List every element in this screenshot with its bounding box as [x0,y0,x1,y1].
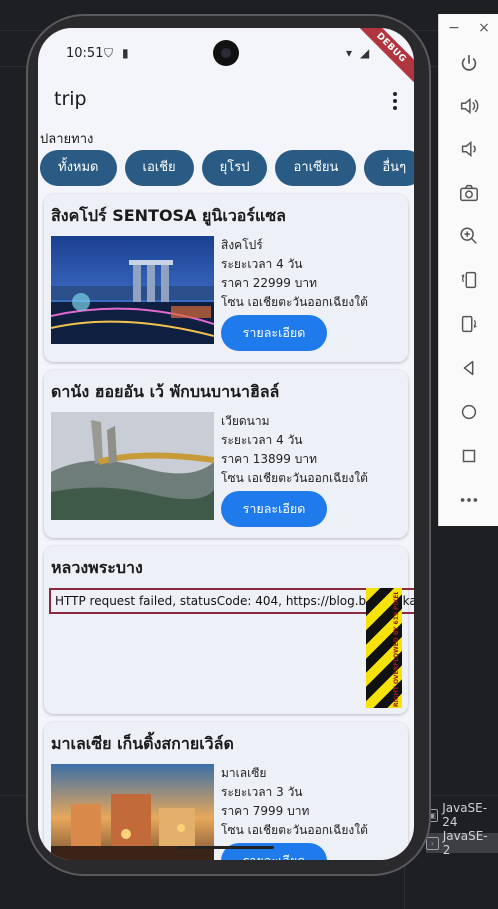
overview-button[interactable] [457,444,481,468]
trip-card[interactable]: มาเลเซีย เก็นติ้งสกายเวิล์ด มาเลเซีย ระย… [44,722,408,860]
camera-icon [460,184,478,202]
chip-other[interactable]: อื่นๆ [364,150,414,186]
trip-image [51,236,214,344]
app-title: trip [54,88,87,110]
back-triangle-icon [463,360,474,376]
rotate-right-icon [461,315,477,333]
destination-chips: ทั้งหมด เอเชีย ยุโรป อาเซียน อื่นๆ [40,150,414,186]
trip-title: สิงคโปร์ SENTOSA ยูนิเวอร์แซล [51,206,286,225]
trip-info: สิงคโปร์ ระยะเวลา 4 วัน ราคา 22999 บาท โ… [221,236,368,312]
overflow-warning-text: RIGHT OVERFLOWED BY 619 PIXELS [393,592,400,707]
volume-down-button[interactable] [457,137,481,161]
home-circle-icon [461,404,477,420]
trip-card[interactable]: ดานัง ฮอยอัน เว้ พักบนบานาฮิลล์ เวียดนาม… [44,370,408,538]
rotate-left-icon [461,271,477,289]
trip-price: ราคา 22999 บาท [221,276,318,290]
status-time: 10:51 [66,46,104,61]
trip-image [51,412,214,520]
trip-title: ดานัง ฮอยอัน เว้ พักบนบานาฮิลล์ [51,382,280,401]
more-button[interactable] [457,488,481,512]
trip-duration: ระยะเวลา 4 วัน [221,433,303,447]
zoom-button[interactable] [457,224,481,248]
detail-button[interactable]: รายละเอียด [221,491,327,527]
sd-card-icon: ▮ [122,46,129,60]
image-error-message: HTTP request failed, statusCode: 404, ht… [49,588,414,614]
trip-card[interactable]: สิงคโปร์ SENTOSA ยูนิเวอร์แซล สิงคโปร์ ร… [44,194,408,362]
trip-info: มาเลเซีย ระยะเวลา 3 วัน ราคา 7999 บาท โซ… [221,764,368,840]
trip-price: ราคา 7999 บาท [221,804,310,818]
more-vert-icon[interactable] [392,92,398,110]
home-button[interactable] [457,400,481,424]
trip-card[interactable]: หลวงพระบาง HTTP request failed, statusCo… [44,546,414,714]
chip-all[interactable]: ทั้งหมด [40,150,117,186]
ide-tab-label: JavaSE-24 [442,801,488,829]
volume-down-icon [461,141,476,157]
signal-icon: ◢ [360,46,370,60]
emulator-toolbar: − × [438,14,498,526]
more-dots-icon [460,498,478,502]
wifi-icon: ▾ [346,46,353,60]
trip-zone: โซน เอเชียตะวันออกเฉียงใต้ [221,295,368,309]
chip-asia[interactable]: เอเชีย [124,150,194,186]
rotate-left-button[interactable] [457,268,481,292]
minimize-button[interactable]: − [448,20,460,36]
home-indicator[interactable] [178,846,274,849]
zoom-in-icon [460,227,477,244]
volume-up-icon [460,98,479,114]
screenshot-button[interactable] [457,181,481,205]
power-button[interactable] [457,52,481,76]
trip-title: หลวงพระบาง [51,558,143,577]
trip-title: มาเลเซีย เก็นติ้งสกายเวิล์ด [51,734,234,753]
trip-country: เวียดนาม [221,414,270,428]
front-camera [213,40,239,66]
chip-europe[interactable]: ยุโรป [201,150,268,186]
destination-label: ปลายทาง [40,132,94,147]
console-icon: › [426,836,439,850]
status-bar: 10:51 ⛉ ▮ ▾ ◢ DEBUG [38,28,414,86]
trip-price: ราคา 13899 บาท [221,452,318,466]
rotate-right-button[interactable] [457,312,481,336]
trip-info: เวียดนาม ระยะเวลา 4 วัน ราคา 13899 บาท โ… [221,412,368,488]
app-bar: trip [38,78,414,124]
ide-tab-javase-2[interactable]: › JavaSE-2 [426,829,498,857]
trip-duration: ระยะเวลา 4 วัน [221,257,303,271]
trip-country: มาเลเซีย [221,766,267,780]
trip-country: สิงคโปร์ [221,238,263,252]
volume-up-button[interactable] [457,94,481,118]
trip-zone: โซน เอเชียตะวันออกเฉียงใต้ [221,471,368,485]
trip-zone: โซน เอเชียตะวันออกเฉียงใต้ [221,823,368,837]
overview-square-icon [462,449,476,463]
phone-screen: 10:51 ⛉ ▮ ▾ ◢ DEBUG trip ปลายทาง ทั้งหมด… [38,28,414,860]
trip-duration: ระยะเวลา 3 วัน [221,785,303,799]
detail-button[interactable]: รายละเอียด [221,315,327,351]
ide-tab-label: JavaSE-2 [442,829,488,857]
close-button[interactable]: × [478,20,490,36]
chip-asean[interactable]: อาเซียน [275,150,357,186]
shield-icon: ⛉ [104,46,114,60]
ide-tab-javase-24[interactable]: ▣ JavaSE-24 [426,801,498,829]
back-button[interactable] [457,356,481,380]
power-icon [461,54,477,71]
